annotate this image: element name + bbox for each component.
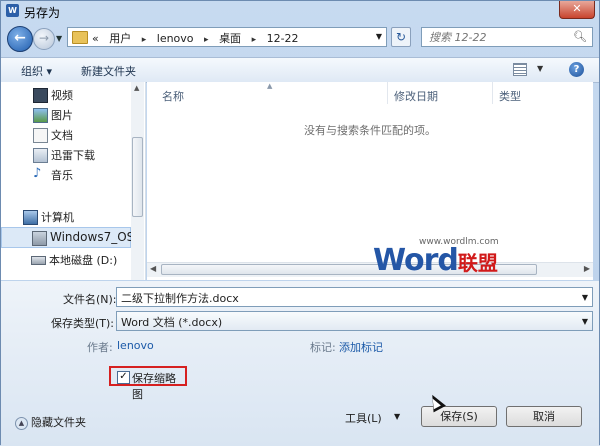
breadcrumb-overflow[interactable]: « bbox=[92, 32, 99, 45]
navigation-scrollbar[interactable]: ▲ bbox=[131, 82, 144, 280]
sidebar-item-music[interactable]: ♪ 音乐 bbox=[1, 165, 131, 184]
sidebar-item-thunder-download[interactable]: 迅雷下载 bbox=[1, 145, 131, 164]
window-title: 另存为 bbox=[24, 6, 61, 20]
new-folder-button[interactable]: 新建文件夹 bbox=[81, 63, 136, 79]
breadcrumb-separator[interactable]: ▸ bbox=[142, 35, 147, 45]
column-header-name[interactable]: 名称 ▲ bbox=[147, 82, 387, 104]
sidebar-item-label: 本地磁盘 (D:) bbox=[49, 254, 118, 267]
search-input[interactable] bbox=[427, 30, 571, 45]
help-icon[interactable]: ? bbox=[569, 62, 584, 77]
back-button[interactable]: ← bbox=[7, 26, 33, 52]
sidebar-item-computer[interactable]: 计算机 bbox=[1, 207, 131, 226]
tools-dropdown-icon[interactable]: ▼ bbox=[394, 412, 400, 421]
column-header-type[interactable]: 类型 bbox=[493, 82, 593, 104]
breadcrumb: « 用户 ▸ lenovo ▸ 桌面 ▸ 12-22 bbox=[92, 30, 306, 46]
music-icon: ♪ bbox=[33, 166, 42, 181]
view-options-icon[interactable] bbox=[513, 63, 527, 76]
hide-folders-toggle[interactable]: ▲ 隐藏文件夹 bbox=[15, 414, 86, 430]
save-type-select[interactable]: Word 文档 (*.docx) ▼ bbox=[116, 311, 593, 331]
horizontal-scrollbar[interactable]: ◀ ▶ bbox=[147, 262, 593, 277]
chevron-up-icon: ▲ bbox=[15, 416, 28, 430]
scrollbar-thumb[interactable] bbox=[132, 137, 143, 217]
command-toolbar: 组织 ▾ 新建文件夹 ▼ ? bbox=[1, 57, 599, 83]
search-icon[interactable]: 🔍︎ bbox=[573, 30, 587, 43]
tags-label: 标记: bbox=[310, 341, 336, 354]
breadcrumb-item-lenovo[interactable]: lenovo bbox=[157, 32, 194, 45]
filename-label: 文件名(N): bbox=[63, 293, 117, 306]
sidebar-item-documents[interactable]: 文档 bbox=[1, 125, 131, 144]
save-type-label: 保存类型(T): bbox=[51, 317, 115, 330]
folder-icon bbox=[72, 31, 88, 44]
picture-icon bbox=[33, 108, 48, 123]
breadcrumb-item-desktop[interactable]: 桌面 bbox=[219, 32, 241, 45]
word-app-icon: W bbox=[6, 4, 19, 17]
filename-dropdown-icon[interactable]: ▼ bbox=[582, 293, 588, 302]
save-thumbnail-label[interactable]: 保存缩略图 bbox=[132, 370, 185, 402]
sidebar-item-videos[interactable]: 视频 bbox=[1, 85, 131, 104]
sidebar-item-windows7-os[interactable]: Windows7_OS ( bbox=[1, 227, 143, 248]
video-icon bbox=[33, 88, 48, 103]
navigation-bar: ← → ▼ « 用户 ▸ lenovo ▸ 桌面 ▸ 12-22 ▼ ↻ 🔍︎ bbox=[1, 22, 599, 54]
tags-field[interactable]: 添加标记 bbox=[339, 339, 383, 355]
save-type-value: Word 文档 (*.docx) bbox=[121, 316, 223, 329]
filename-value[interactable]: 二级下拉制作方法.docx bbox=[121, 290, 239, 306]
breadcrumb-item-12-22[interactable]: 12-22 bbox=[267, 32, 299, 45]
breadcrumb-separator[interactable]: ▸ bbox=[204, 35, 209, 45]
address-bar[interactable]: « 用户 ▸ lenovo ▸ 桌面 ▸ 12-22 ▼ bbox=[67, 27, 387, 47]
tools-menu-button[interactable]: 工具(L) bbox=[345, 410, 382, 426]
scroll-right-icon[interactable]: ▶ bbox=[584, 264, 590, 273]
organize-menu-button[interactable]: 组织 ▾ bbox=[21, 63, 52, 79]
refresh-button[interactable]: ↻ bbox=[391, 27, 411, 47]
drive-icon bbox=[31, 256, 46, 265]
navigation-pane: 视频 图片 文档 迅雷下载 ♪ 音乐 计算机 Windows7_OS ( 本地磁 bbox=[1, 82, 146, 280]
sidebar-item-label: 文档 bbox=[51, 129, 73, 142]
file-list: 名称 ▲ 修改日期 类型 没有与搜索条件匹配的项。 ◀ ▶ bbox=[147, 82, 593, 280]
title-bar: W 另存为 ✕ bbox=[1, 1, 599, 21]
sidebar-item-label: 音乐 bbox=[51, 169, 73, 182]
scroll-up-icon[interactable]: ▲ bbox=[134, 84, 139, 92]
save-as-dialog: W 另存为 ✕ ← → ▼ « 用户 ▸ lenovo ▸ 桌面 ▸ 12-22… bbox=[0, 0, 600, 446]
hide-folders-label: 隐藏文件夹 bbox=[31, 416, 86, 429]
sidebar-item-label: 图片 bbox=[51, 109, 73, 122]
author-label: 作者: bbox=[87, 341, 113, 354]
sidebar-item-label: 视频 bbox=[51, 89, 73, 102]
drive-os-icon bbox=[32, 231, 47, 246]
cancel-button[interactable]: 取消 bbox=[506, 406, 582, 427]
computer-icon bbox=[23, 210, 38, 225]
close-button[interactable]: ✕ bbox=[559, 1, 595, 19]
author-field[interactable]: lenovo bbox=[117, 339, 154, 352]
sidebar-item-pictures[interactable]: 图片 bbox=[1, 105, 131, 124]
scroll-left-icon[interactable]: ◀ bbox=[150, 264, 156, 273]
view-dropdown-icon[interactable]: ▼ bbox=[537, 64, 543, 73]
sidebar-item-label: Windows7_OS ( bbox=[50, 230, 143, 244]
filename-field[interactable]: 二级下拉制作方法.docx ▼ bbox=[116, 287, 593, 307]
forward-button[interactable]: → bbox=[33, 28, 55, 50]
search-box[interactable]: 🔍︎ bbox=[421, 27, 593, 47]
thunder-download-icon bbox=[33, 148, 48, 163]
breadcrumb-item-users[interactable]: 用户 bbox=[109, 32, 131, 45]
breadcrumb-separator[interactable]: ▸ bbox=[252, 35, 257, 45]
sidebar-item-label: 计算机 bbox=[41, 211, 74, 224]
recent-pages-dropdown[interactable]: ▼ bbox=[56, 34, 62, 43]
sidebar-item-label: 迅雷下载 bbox=[51, 149, 95, 162]
document-icon bbox=[33, 128, 48, 143]
sidebar-item-local-disk-d[interactable]: 本地磁盘 (D:) bbox=[1, 250, 131, 269]
watermark-logo: Word联盟 bbox=[373, 243, 498, 278]
empty-results-message: 没有与搜索条件匹配的项。 bbox=[304, 124, 436, 137]
address-dropdown-icon[interactable]: ▼ bbox=[376, 32, 382, 41]
column-header-modified[interactable]: 修改日期 bbox=[388, 82, 492, 104]
sort-ascending-icon: ▲ bbox=[267, 82, 273, 90]
save-thumbnail-checkbox[interactable]: ✓ bbox=[117, 371, 130, 384]
save-thumbnail-highlight: ✓ 保存缩略图 bbox=[109, 366, 187, 401]
save-options-panel: 文件名(N): 二级下拉制作方法.docx ▼ 保存类型(T): Word 文档… bbox=[1, 281, 599, 446]
save-type-dropdown-icon[interactable]: ▼ bbox=[582, 317, 588, 326]
